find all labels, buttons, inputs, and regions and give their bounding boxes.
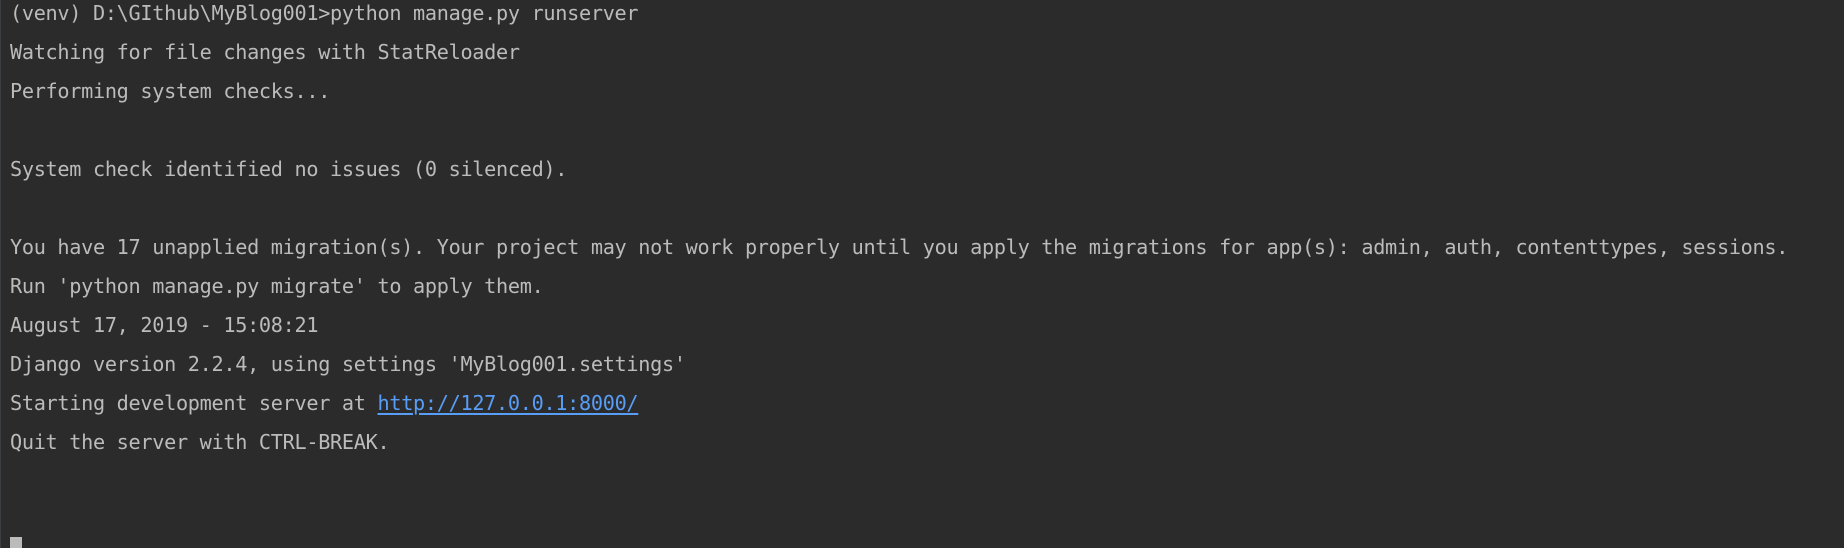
output-line-quit: Quit the server with CTRL-BREAK.	[10, 430, 390, 454]
output-line-no-issues: System check identified no issues (0 sil…	[10, 157, 568, 181]
server-start-label: Starting development server at	[10, 391, 378, 415]
text-cursor	[10, 537, 22, 548]
command-line: (venv) D:\GIthub\MyBlog001>python manage…	[10, 1, 639, 25]
output-line-checks: Performing system checks...	[10, 79, 331, 103]
output-line-timestamp: August 17, 2019 - 15:08:21	[10, 313, 319, 337]
output-line-migrations-warning: You have 17 unapplied migration(s). Your…	[10, 235, 1789, 259]
output-line-server-start: Starting development server at http://12…	[10, 387, 639, 419]
output-line-migrate-hint: Run 'python manage.py migrate' to apply …	[10, 274, 544, 298]
terminal-output[interactable]: (venv) D:\GIthub\MyBlog001>python manage…	[0, 0, 1844, 548]
output-line-watching: Watching for file changes with StatReloa…	[10, 40, 520, 64]
output-line-django-version: Django version 2.2.4, using settings 'My…	[10, 352, 686, 376]
server-url-link[interactable]: http://127.0.0.1:8000/	[377, 391, 638, 415]
